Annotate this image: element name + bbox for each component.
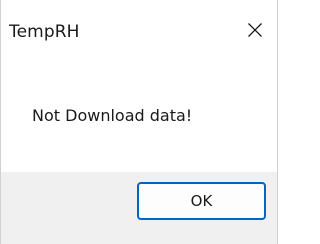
close-button[interactable] <box>233 10 277 50</box>
dialog-message: Not Download data! <box>32 106 193 125</box>
window-title: TempRH <box>9 22 80 42</box>
dialog-content: Not Download data! <box>1 64 277 172</box>
message-dialog: TempRH Not Download data! OK <box>0 0 278 244</box>
ok-button[interactable]: OK <box>137 182 266 220</box>
dialog-footer: OK <box>1 172 277 244</box>
title-bar: TempRH <box>1 0 277 64</box>
close-icon <box>248 23 262 37</box>
